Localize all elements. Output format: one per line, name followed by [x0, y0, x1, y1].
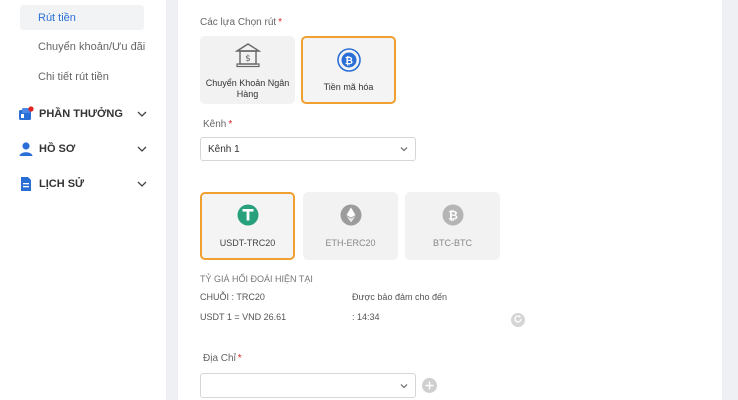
sidebar-item-history[interactable]: LỊCH SỬ	[18, 173, 148, 195]
option-crypto[interactable]: ₿ Tiền mã hóa	[301, 36, 396, 104]
history-icon	[18, 176, 34, 192]
chain-info: CHUỖI : TRC20	[200, 292, 265, 302]
bitcoin-icon: ₿	[336, 47, 362, 78]
chevron-down-icon	[136, 178, 148, 190]
ethereum-icon	[340, 204, 362, 231]
guaranteed-until-label: Được bảo đảm cho đến	[352, 292, 447, 302]
address-select[interactable]	[200, 373, 416, 398]
sidebar-item-profile[interactable]: HỒ SƠ	[18, 138, 148, 160]
exchange-rate-title: TỶ GIÁ HỐI ĐOÁI HIỆN TẠI	[200, 274, 313, 284]
content-divider	[166, 0, 178, 400]
bank-icon: $	[234, 41, 262, 74]
coin-btc-btc[interactable]: ₿ BTC-BTC	[405, 192, 500, 260]
sidebar-subitem-transfer[interactable]: Chuyển khoản/Ưu đãi	[20, 34, 145, 59]
svg-text:$: $	[245, 54, 251, 64]
exchange-rate-value: USDT 1 = VND 26.61	[200, 312, 287, 322]
sidebar-item-rewards[interactable]: PHẦN THƯỞNG	[18, 103, 148, 125]
required-marker: *	[237, 353, 242, 364]
address-label: Địa Chỉ *	[203, 353, 242, 364]
required-marker: *	[228, 119, 233, 130]
page-edge-band	[722, 0, 738, 400]
option-bank-transfer[interactable]: $ Chuyển Khoản Ngân Hàng	[200, 36, 295, 104]
add-address-button[interactable]	[422, 378, 437, 393]
sidebar-subitem-withdraw-details[interactable]: Chi tiết rút tiền	[20, 64, 144, 89]
guaranteed-time: : 14:34	[352, 312, 380, 322]
chevron-down-icon	[399, 381, 409, 391]
svg-text:₿: ₿	[344, 55, 352, 67]
chevron-down-icon	[399, 144, 409, 154]
channel-label: Kênh *	[203, 119, 233, 130]
withdraw-options-label: Các lựa Chọn rút *	[200, 17, 283, 28]
svg-text:₿: ₿	[448, 209, 458, 223]
sidebar: Rút tiền Chuyển khoản/Ưu đãi Chi tiết rú…	[0, 0, 166, 400]
rewards-icon	[18, 106, 34, 122]
profile-icon	[18, 141, 34, 157]
coin-usdt-trc20[interactable]: USDT-TRC20	[200, 192, 295, 260]
required-marker: *	[278, 17, 283, 28]
coin-eth-erc20[interactable]: ETH-ERC20	[303, 192, 398, 260]
refresh-icon	[513, 311, 523, 329]
refresh-rate-button[interactable]	[511, 313, 525, 327]
tether-icon	[237, 204, 259, 231]
sidebar-subitem-withdraw[interactable]: Rút tiền	[20, 5, 144, 30]
chevron-down-icon	[136, 143, 148, 155]
plus-icon	[425, 377, 434, 395]
channel-select[interactable]: Kênh 1	[200, 137, 416, 161]
chevron-down-icon	[136, 108, 148, 120]
bitcoin-icon: ₿	[442, 204, 464, 231]
